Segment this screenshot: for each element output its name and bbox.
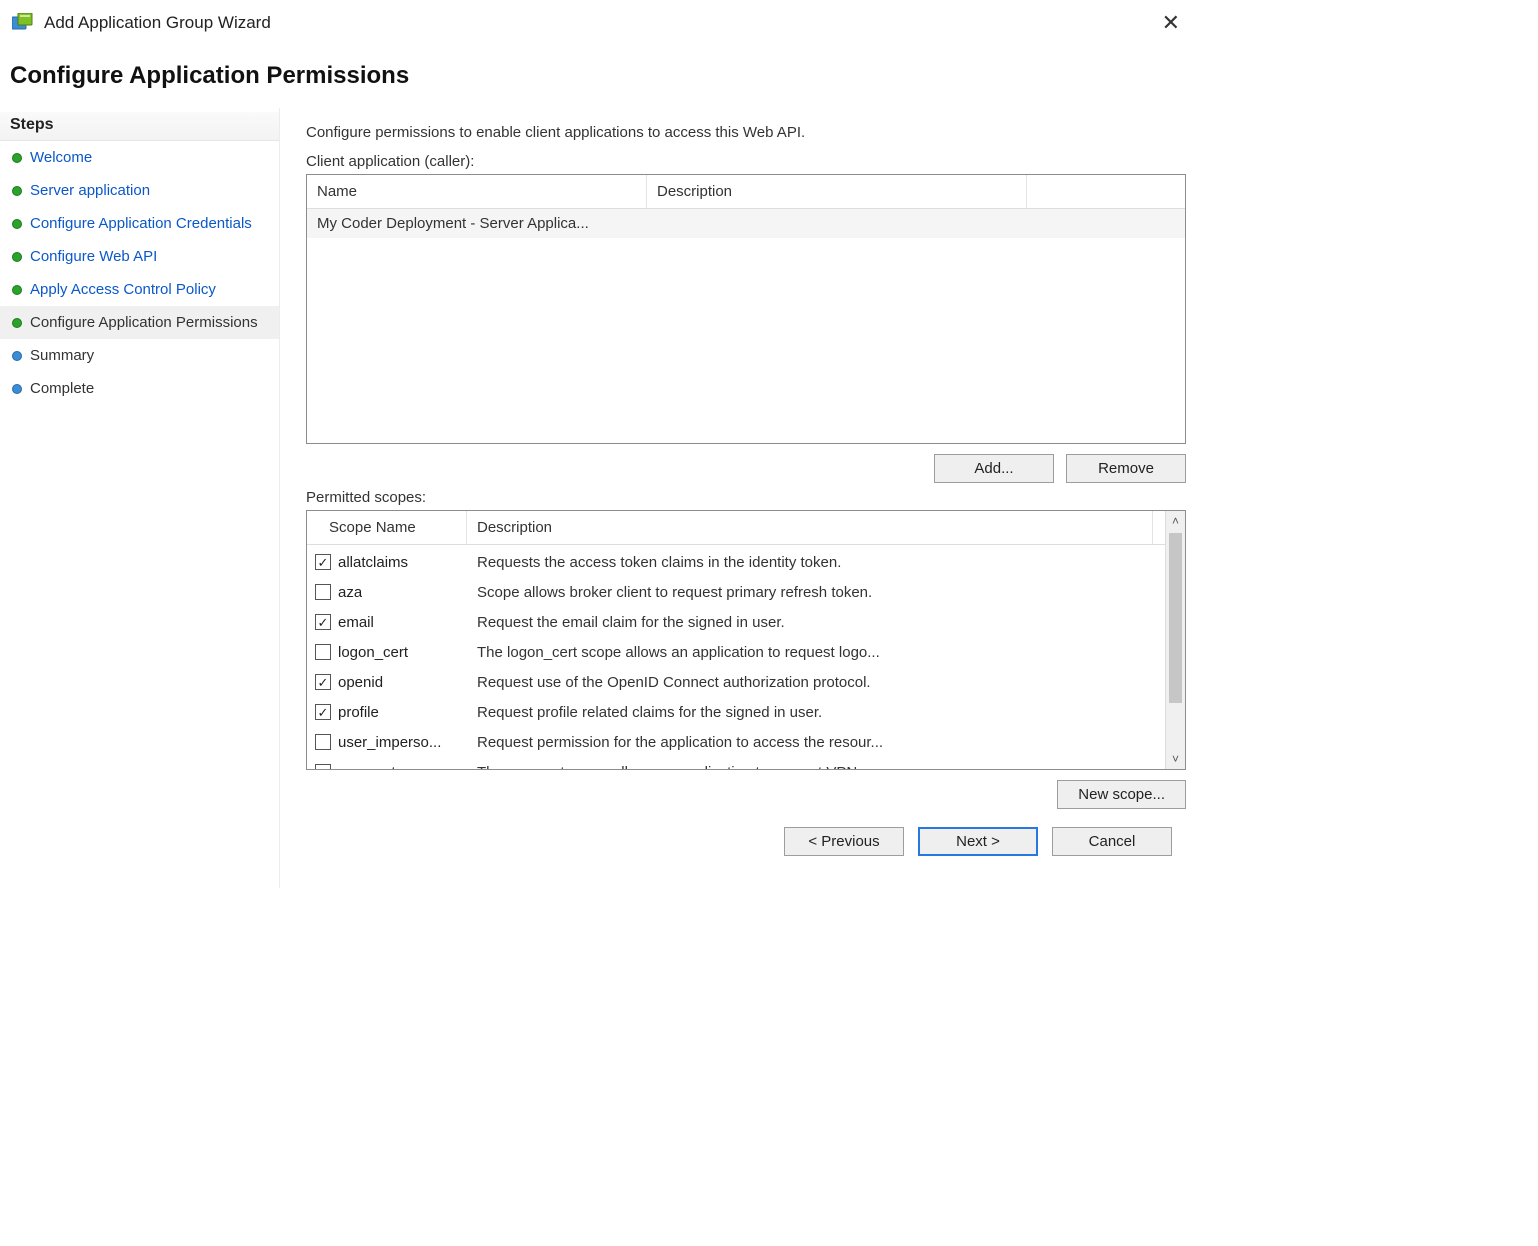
scope-name: email bbox=[338, 614, 374, 631]
titlebar: Add Application Group Wizard ✕ bbox=[0, 0, 1200, 46]
step-bullet-icon bbox=[12, 186, 22, 196]
scope-checkbox[interactable] bbox=[315, 704, 331, 720]
new-scope-button[interactable]: New scope... bbox=[1057, 780, 1186, 809]
scope-checkbox[interactable] bbox=[315, 614, 331, 630]
step-bullet-icon bbox=[12, 153, 22, 163]
close-icon[interactable]: ✕ bbox=[1156, 10, 1186, 36]
scope-name: profile bbox=[338, 704, 379, 721]
step-item-1[interactable]: Server application bbox=[0, 174, 279, 207]
scope-description: Request the email claim for the signed i… bbox=[467, 614, 1153, 631]
client-app-description bbox=[647, 209, 1027, 238]
dialog-title: Add Application Group Wizard bbox=[44, 13, 271, 33]
step-item-0[interactable]: Welcome bbox=[0, 141, 279, 174]
scope-row[interactable]: vpn_cert The vpn_cert scope allows an app… bbox=[307, 757, 1185, 769]
scope-checkbox[interactable] bbox=[315, 584, 331, 600]
scope-name: openid bbox=[338, 674, 383, 691]
client-app-row[interactable]: My Coder Deployment - Server Applica... bbox=[307, 209, 1185, 238]
cancel-button[interactable]: Cancel bbox=[1052, 827, 1172, 856]
step-item-4[interactable]: Apply Access Control Policy bbox=[0, 273, 279, 306]
step-item-6[interactable]: Summary bbox=[0, 339, 279, 372]
scope-description: The logon_cert scope allows an applicati… bbox=[467, 644, 1153, 661]
main-pane: Configure permissions to enable client a… bbox=[280, 108, 1200, 888]
step-label[interactable]: Welcome bbox=[30, 149, 92, 166]
scope-description: Scope allows broker client to request pr… bbox=[467, 584, 1153, 601]
scope-row[interactable]: user_imperso... Request permission for th… bbox=[307, 727, 1185, 757]
steps-sidebar: Steps Welcome Server application Configure… bbox=[0, 108, 280, 888]
scope-checkbox[interactable] bbox=[315, 764, 331, 769]
step-item-7[interactable]: Complete bbox=[0, 372, 279, 405]
scope-row[interactable]: profile Request profile related claims fo… bbox=[307, 697, 1185, 727]
scope-checkbox[interactable] bbox=[315, 734, 331, 750]
scope-name: user_imperso... bbox=[338, 734, 441, 751]
scopes-scrollbar[interactable]: ˄ ˅ bbox=[1165, 511, 1185, 769]
wizard-dialog: Add Application Group Wizard ✕ Configure… bbox=[0, 0, 1200, 888]
scopes-header-description[interactable]: Description bbox=[467, 511, 1153, 544]
add-button[interactable]: Add... bbox=[934, 454, 1054, 483]
scopes-list[interactable]: Scope Name Description allatclaims Reques… bbox=[306, 510, 1186, 770]
step-item-2[interactable]: Configure Application Credentials bbox=[0, 207, 279, 240]
scroll-up-icon[interactable]: ˄ bbox=[1166, 511, 1185, 531]
step-bullet-icon bbox=[12, 219, 22, 229]
scroll-thumb[interactable] bbox=[1169, 533, 1182, 703]
step-bullet-icon bbox=[12, 384, 22, 394]
scope-checkbox[interactable] bbox=[315, 554, 331, 570]
remove-button[interactable]: Remove bbox=[1066, 454, 1186, 483]
previous-button[interactable]: < Previous bbox=[784, 827, 904, 856]
client-header-description[interactable]: Description bbox=[647, 175, 1027, 208]
scope-description: Requests the access token claims in the … bbox=[467, 554, 1153, 571]
scope-description: Request profile related claims for the s… bbox=[467, 704, 1153, 721]
scope-name: aza bbox=[338, 584, 362, 601]
step-label[interactable]: Configure Application Credentials bbox=[30, 215, 252, 232]
intro-text: Configure permissions to enable client a… bbox=[306, 124, 1186, 141]
next-button[interactable]: Next > bbox=[918, 827, 1038, 856]
step-label[interactable]: Configure Web API bbox=[30, 248, 157, 265]
scope-row[interactable]: logon_cert The logon_cert scope allows an… bbox=[307, 637, 1185, 667]
step-bullet-icon bbox=[12, 252, 22, 262]
step-label: Configure Application Permissions bbox=[30, 314, 258, 331]
client-app-label: Client application (caller): bbox=[306, 153, 1186, 170]
scope-name: allatclaims bbox=[338, 554, 408, 571]
app-group-icon bbox=[12, 13, 34, 33]
step-bullet-icon bbox=[12, 351, 22, 361]
step-item-5: Configure Application Permissions bbox=[0, 306, 279, 339]
scope-row[interactable]: openid Request use of the OpenID Connect … bbox=[307, 667, 1185, 697]
step-label[interactable]: Apply Access Control Policy bbox=[30, 281, 216, 298]
scope-row[interactable]: allatclaims Requests the access token cla… bbox=[307, 547, 1185, 577]
scopes-header-name[interactable]: Scope Name bbox=[307, 511, 467, 544]
scope-name: vpn_cert bbox=[338, 764, 396, 770]
step-bullet-icon bbox=[12, 318, 22, 328]
scope-description: Request permission for the application t… bbox=[467, 734, 1153, 751]
step-item-3[interactable]: Configure Web API bbox=[0, 240, 279, 273]
step-label[interactable]: Server application bbox=[30, 182, 150, 199]
client-app-headers: Name Description bbox=[307, 175, 1185, 209]
step-bullet-icon bbox=[12, 285, 22, 295]
page-heading: Configure Application Permissions bbox=[0, 46, 1200, 108]
client-header-name[interactable]: Name bbox=[307, 175, 647, 208]
scope-row[interactable]: email Request the email claim for the sig… bbox=[307, 607, 1185, 637]
step-label: Complete bbox=[30, 380, 94, 397]
steps-header: Steps bbox=[0, 112, 279, 141]
scope-row[interactable]: aza Scope allows broker client to request… bbox=[307, 577, 1185, 607]
scope-name: logon_cert bbox=[338, 644, 408, 661]
scroll-down-icon[interactable]: ˅ bbox=[1166, 749, 1185, 769]
step-label: Summary bbox=[30, 347, 94, 364]
scopes-label: Permitted scopes: bbox=[306, 489, 1186, 506]
scope-description: The vpn_cert scope allows an application… bbox=[467, 764, 1153, 770]
scopes-headers: Scope Name Description bbox=[307, 511, 1185, 545]
scope-checkbox[interactable] bbox=[315, 644, 331, 660]
scope-checkbox[interactable] bbox=[315, 674, 331, 690]
client-app-list[interactable]: Name Description My Coder Deployment - S… bbox=[306, 174, 1186, 444]
client-app-name: My Coder Deployment - Server Applica... bbox=[307, 209, 647, 238]
scope-description: Request use of the OpenID Connect author… bbox=[467, 674, 1153, 691]
wizard-footer: < Previous Next > Cancel bbox=[306, 809, 1186, 874]
